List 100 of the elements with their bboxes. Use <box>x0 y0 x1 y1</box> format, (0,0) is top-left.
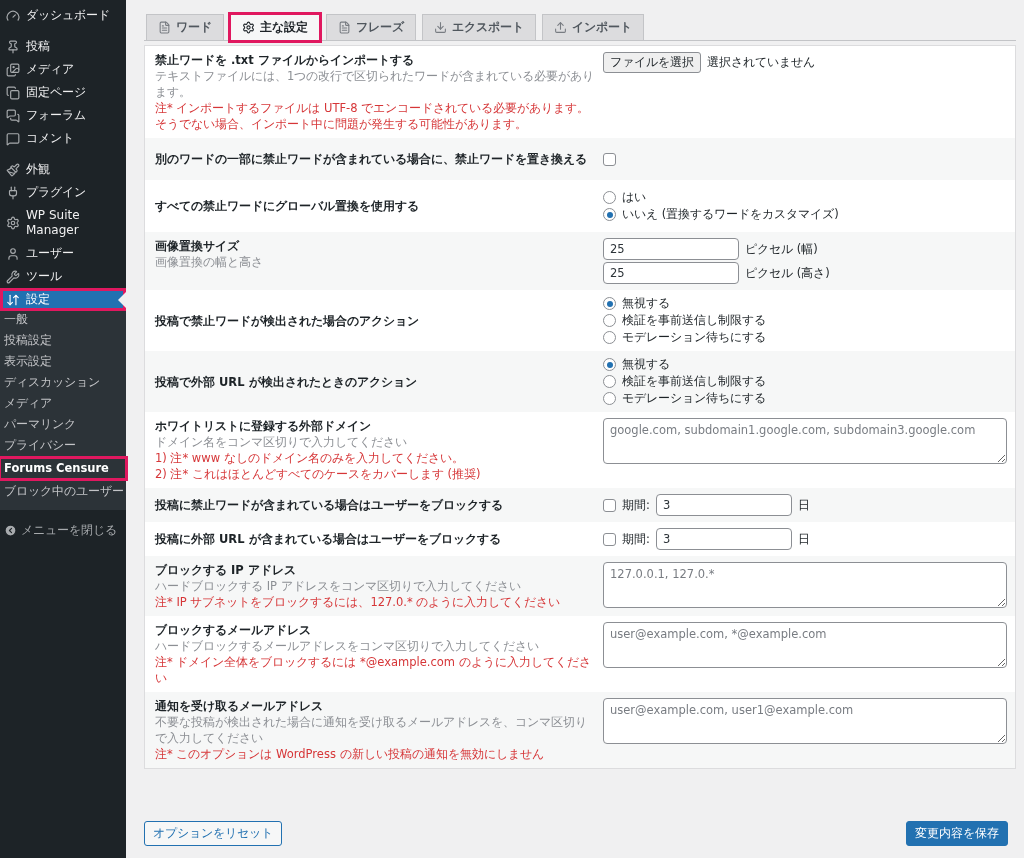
radio-button[interactable] <box>603 392 616 405</box>
setting-label: すべての禁止ワードにグローバル置換を使用する <box>155 198 420 214</box>
menu-icon <box>6 162 20 177</box>
submenu-item[interactable]: ブロック中のユーザー <box>0 481 126 502</box>
file-status: 選択されていません <box>707 55 815 70</box>
period-label: 期間: <box>622 531 650 547</box>
tab[interactable]: ワード <box>146 14 224 41</box>
checkbox[interactable] <box>603 532 616 546</box>
tab-icon <box>338 21 351 34</box>
textarea-field[interactable]: user@example.com, user1@example.com <box>603 698 1007 744</box>
menu-icon <box>6 39 20 54</box>
period-label: 期間: <box>622 497 650 513</box>
setting-description: 画像置換の幅と高さ <box>155 254 264 270</box>
menu-item[interactable]: 外観 <box>0 158 126 181</box>
menu-icon <box>6 131 20 146</box>
tab[interactable]: エクスポート <box>422 14 536 41</box>
menu-item[interactable]: WP Suite Manager <box>0 204 126 242</box>
period-input[interactable]: 3 <box>655 494 792 516</box>
menu-item[interactable]: 設定 <box>0 288 126 311</box>
setting-note: 1) 注* www なしのドメイン名のみを入力してください。 <box>155 450 465 466</box>
unit-label: ピクセル (幅) <box>745 241 818 257</box>
tab-icon <box>242 21 255 34</box>
unit-label: 日 <box>797 497 810 513</box>
submenu-item[interactable]: Forums Censure <box>0 458 126 479</box>
menu-item[interactable]: フォーラム <box>0 104 126 127</box>
menu-icon <box>6 292 20 307</box>
radio-button[interactable] <box>603 358 616 371</box>
checkbox[interactable] <box>603 498 616 512</box>
setting-label: ホワイトリストに登録する外部ドメイン <box>155 418 372 434</box>
setting-label: ブロックする IP アドレス <box>155 562 297 578</box>
menu-item[interactable]: メディア <box>0 58 126 81</box>
tab-icon <box>434 21 447 34</box>
submenu-item[interactable]: メディア <box>0 393 126 414</box>
submenu-item[interactable]: 一般 <box>0 309 126 330</box>
textarea-field[interactable]: user@example.com, *@example.com <box>603 622 1007 668</box>
textarea-field[interactable]: 127.0.0.1, 127.0.* <box>603 562 1007 608</box>
textarea-field[interactable]: google.com, subdomain1.google.com, subdomain3.google.com <box>603 418 1007 464</box>
menu-item[interactable]: コメント <box>0 127 126 150</box>
save-button[interactable]: 変更内容を保存 <box>906 821 1008 846</box>
submenu-item[interactable]: プライバシー <box>0 435 126 456</box>
menu-icon <box>6 269 20 284</box>
collapse-icon <box>4 524 17 537</box>
setting-label: 投稿に外部 URL が含まれている場合はユーザーをブロックする <box>155 531 502 547</box>
period-input[interactable]: 3 <box>655 528 792 550</box>
setting-label: 投稿に禁止ワードが含まれている場合はユーザーをブロックする <box>155 497 504 513</box>
menu-icon <box>6 216 20 230</box>
setting-label: ブロックするメールアドレス <box>155 622 312 638</box>
radio-label: 検証を事前送信し制限する <box>622 374 766 389</box>
setting-note: 注* ドメイン全体をブロックするには *@example.com のように入力してください <box>155 654 592 686</box>
setting-label: 投稿で外部 URL が検出されたときのアクション <box>155 373 418 390</box>
submenu-item[interactable]: パーマリンク <box>0 414 126 435</box>
setting-label: 別のワードの一部に禁止ワードが含まれている場合に、禁止ワードを置き換える <box>155 151 588 167</box>
setting-label: 画像置換サイズ <box>155 238 241 254</box>
choose-file-button[interactable]: ファイルを選択 <box>603 52 701 73</box>
submenu-item[interactable]: ディスカッション <box>0 372 126 393</box>
setting-note: 注* IP サブネットをブロックするには、127.0.* のように入力してください <box>155 594 562 610</box>
size-input[interactable]: 25 <box>603 262 739 284</box>
menu-icon <box>6 8 20 23</box>
tab-icon <box>158 21 171 34</box>
menu-item[interactable]: 投稿 <box>0 35 126 58</box>
setting-note: 注* このオプションは WordPress の新しい投稿の通知を無効にしません <box>155 746 545 762</box>
tab[interactable]: 主な設定 <box>230 14 320 41</box>
radio-label: 無視する <box>622 296 670 311</box>
radio-button[interactable] <box>603 314 616 327</box>
radio-button[interactable] <box>603 208 616 221</box>
setting-note: 注* インポートするファイルは UTF-8 でエンコードされている必要があります。そうでない場合、インポート中に問題が発生する可能性があります。 <box>155 100 591 132</box>
menu-icon <box>6 85 20 100</box>
size-input[interactable]: 25 <box>603 238 739 260</box>
radio-button[interactable] <box>603 375 616 388</box>
submenu-item[interactable]: 表示設定 <box>0 351 126 372</box>
menu-item[interactable]: プラグイン <box>0 181 126 204</box>
collapse-menu[interactable]: メニューを閉じる <box>0 518 126 543</box>
menu-icon <box>6 246 20 261</box>
radio-button[interactable] <box>603 331 616 344</box>
menu-icon <box>6 62 20 77</box>
menu-icon <box>6 185 20 200</box>
radio-button[interactable] <box>603 297 616 310</box>
tab[interactable]: インポート <box>542 14 644 41</box>
radio-button[interactable] <box>603 191 616 204</box>
tab[interactable]: フレーズ <box>326 14 416 41</box>
radio-label: 検証を事前送信し制限する <box>622 313 766 328</box>
menu-item[interactable]: ダッシュボード <box>0 4 126 27</box>
tab-icon <box>554 21 567 34</box>
menu-item[interactable]: 固定ページ <box>0 81 126 104</box>
checkbox[interactable] <box>603 152 616 166</box>
radio-label: モデレーション待ちにする <box>622 330 766 345</box>
radio-label: モデレーション待ちにする <box>622 391 766 406</box>
unit-label: ピクセル (高さ) <box>745 265 830 281</box>
unit-label: 日 <box>797 531 810 547</box>
radio-label: 無視する <box>622 357 670 372</box>
reset-button[interactable]: オプションをリセット <box>144 821 282 846</box>
setting-label: 通知を受け取るメールアドレス <box>155 698 324 714</box>
setting-description: ハードブロックするメールアドレスをコンマ区切りで入力してください <box>155 638 540 654</box>
menu-item[interactable]: ツール <box>0 265 126 288</box>
setting-description: ドメイン名をコンマ区切りで入力してください <box>155 434 408 450</box>
radio-label: はい <box>622 190 646 205</box>
submenu-item[interactable]: 投稿設定 <box>0 330 126 351</box>
setting-label: 投稿で禁止ワードが検出された場合のアクション <box>155 312 420 329</box>
setting-note: 2) 注* これはほとんどすべてのケースをカバーします (推奨) <box>155 466 482 482</box>
menu-item[interactable]: ユーザー <box>0 242 126 265</box>
